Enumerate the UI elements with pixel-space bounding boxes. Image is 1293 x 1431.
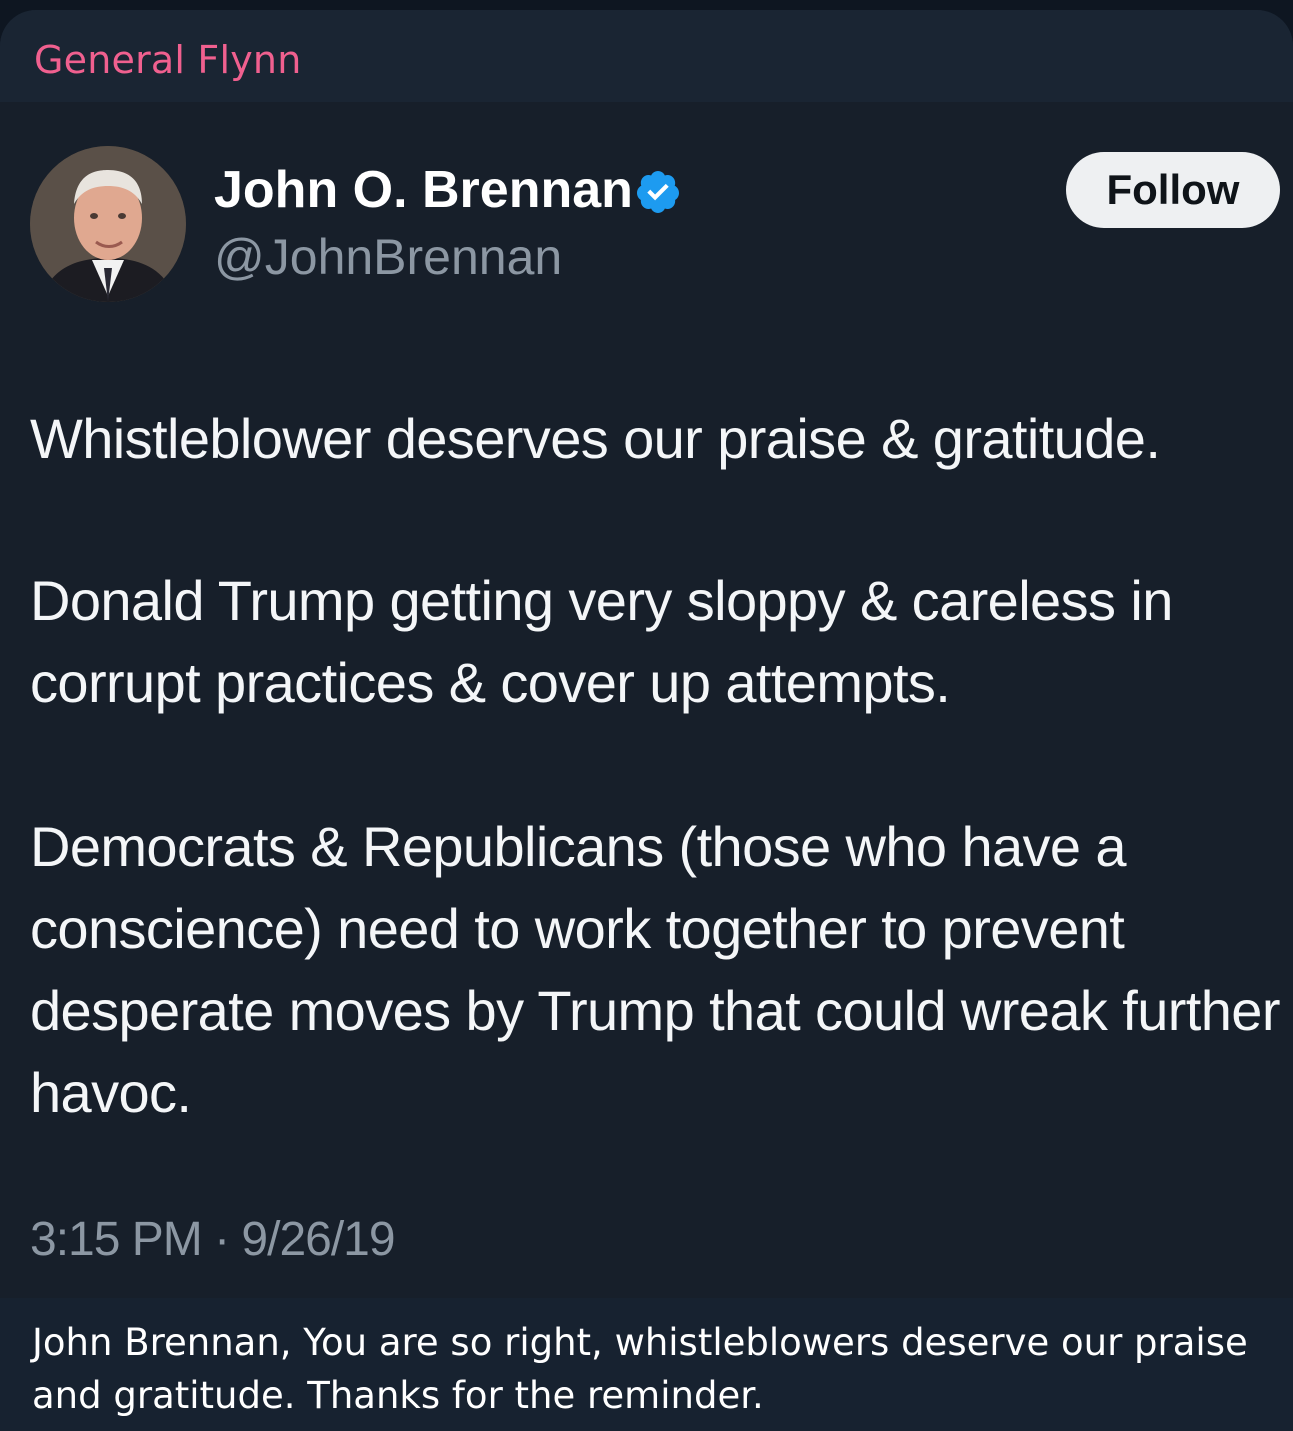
verified-badge-icon [636,171,679,213]
sender-name[interactable]: General Flynn [34,38,302,82]
avatar-portrait-image [30,146,186,302]
message-caption: John Brennan, You are so right, whistleb… [0,1298,1293,1431]
avatar[interactable] [30,146,186,302]
tweet-paragraph: Democrats & Republicans (those who have … [30,815,1280,1124]
sender-bar: General Flynn [0,10,1293,102]
tweet-screenshot[interactable]: John O. Brennan @JohnBrennan Follow Whis… [0,102,1293,1298]
caption-text: John Brennan, You are so right, whistleb… [32,1321,1248,1417]
tweet-paragraph: Whistleblower deserves our praise & grat… [30,407,1161,470]
tweet-paragraph: Donald Trump getting very sloppy & carel… [30,569,1173,714]
display-name[interactable]: John O. Brennan [214,160,633,220]
handle[interactable]: @JohnBrennan [214,228,562,286]
message-card: General Flynn John O. Brennan @JohnBrenn… [0,10,1293,1431]
follow-button[interactable]: Follow [1066,152,1280,228]
tweet-timestamp[interactable]: 3:15 PM · 9/26/19 [30,1212,396,1267]
